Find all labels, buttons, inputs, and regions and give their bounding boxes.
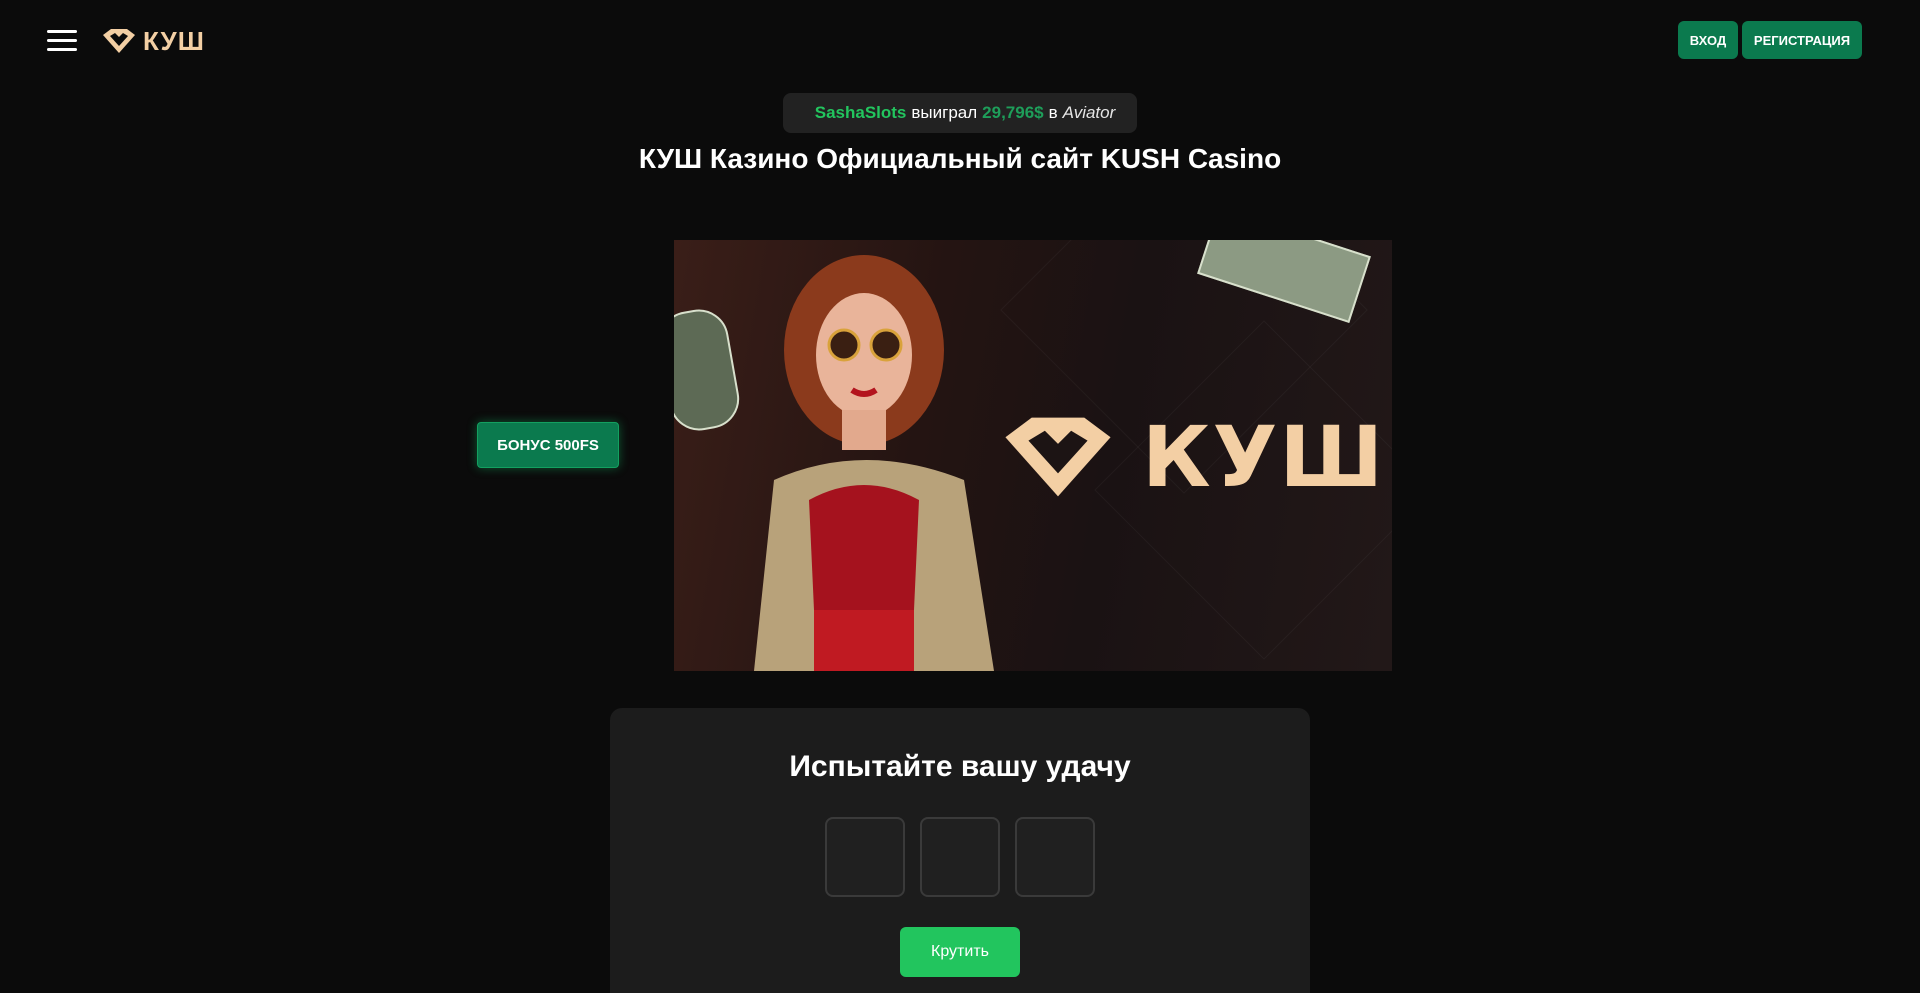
slot-reel (920, 817, 1000, 897)
ticker-game: Aviator (1062, 103, 1116, 122)
banner-logo-text: КУШ (1142, 408, 1386, 506)
slot-reel (825, 817, 905, 897)
register-button[interactable]: РЕГИСТРАЦИЯ (1742, 21, 1862, 59)
ticker-amount: 29,796$ (982, 103, 1044, 122)
diamond-logo-icon (103, 29, 135, 53)
slot-reel (1015, 817, 1095, 897)
win-ticker: SashaSlots выиграл 29,796$ в Aviator (783, 93, 1137, 133)
promo-banner[interactable]: КУШ (674, 240, 1392, 671)
slot-game-card: Испытайте вашу удачу Крутить (610, 708, 1310, 993)
ticker-username: SashaSlots (814, 103, 907, 122)
menu-icon[interactable] (47, 30, 77, 52)
spin-button[interactable]: Крутить (900, 927, 1020, 977)
site-header: КУШ ВХОД РЕГИСТРАЦИЯ (0, 0, 1920, 80)
logo-text: КУШ (143, 25, 205, 56)
page-title: КУШ Казино Официальный сайт KUSH Casino (638, 143, 1282, 174)
banner-logo: КУШ (996, 408, 1385, 506)
login-button[interactable]: ВХОД (1678, 21, 1738, 59)
ticker-preposition: в (1048, 103, 1058, 122)
bonus-button[interactable]: БОНУС 500FS (477, 422, 619, 468)
woman-image (754, 255, 994, 671)
game-title: Испытайте вашу удачу (789, 750, 1131, 783)
ticker-verb: выиграл (911, 103, 978, 122)
site-logo[interactable]: КУШ (101, 25, 205, 56)
diamond-logo-icon (1005, 417, 1111, 497)
